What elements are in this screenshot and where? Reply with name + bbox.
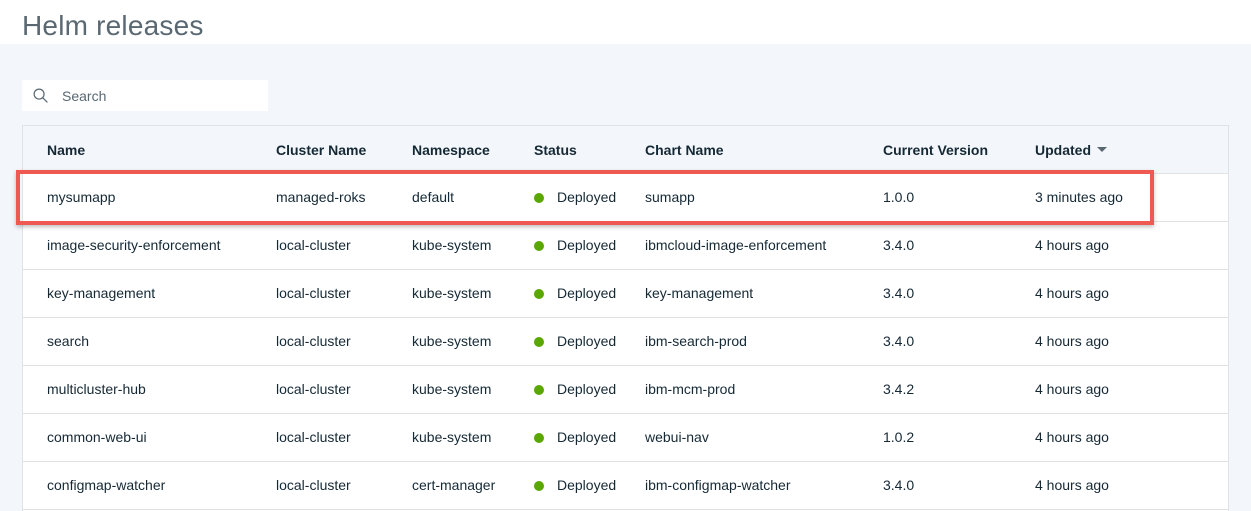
cell-name[interactable]: key-management xyxy=(47,285,155,301)
cell-namespace: kube-system xyxy=(412,285,492,301)
table-row[interactable]: search local-cluster kube-system Deployed ib… xyxy=(23,318,1228,366)
cell-cluster-name: local-cluster xyxy=(276,237,351,253)
search-input[interactable] xyxy=(62,80,262,111)
column-header-current-version[interactable]: Current Version xyxy=(883,142,988,158)
table-row[interactable]: mysumapp managed-roks default Deployed sumap… xyxy=(23,174,1228,222)
status-dot-icon xyxy=(534,337,544,347)
table-row[interactable]: key-management local-cluster kube-system De… xyxy=(23,270,1228,318)
cell-name[interactable]: image-security-enforcement xyxy=(47,237,221,253)
cell-chart-name: ibm-search-prod xyxy=(645,333,747,349)
cell-cluster-name: local-cluster xyxy=(276,477,351,493)
cell-status-label: Deployed xyxy=(557,477,617,493)
status-dot-icon xyxy=(534,193,544,203)
column-header-name[interactable]: Name xyxy=(47,142,85,158)
cell-chart-name: webui-nav xyxy=(645,429,709,445)
column-header-updated-label: Updated xyxy=(1035,142,1091,158)
cell-status-label: Deployed xyxy=(557,285,617,301)
cell-status-label: Deployed xyxy=(557,189,617,205)
cell-updated: 4 hours ago xyxy=(1035,477,1109,493)
sort-descending-icon[interactable] xyxy=(1097,147,1107,153)
page-header: Helm releases xyxy=(0,0,1251,44)
cell-updated: 4 hours ago xyxy=(1035,285,1109,301)
cell-chart-name: ibm-configmap-watcher xyxy=(645,477,791,493)
cell-chart-name: sumapp xyxy=(645,189,695,205)
table-header: Name Cluster Name Namespace Status Chart… xyxy=(23,126,1228,174)
search-icon xyxy=(33,88,48,103)
cell-namespace: cert-manager xyxy=(412,477,496,493)
column-header-updated[interactable]: Updated xyxy=(1035,142,1107,158)
cell-name[interactable]: configmap-watcher xyxy=(47,477,165,493)
cell-status-label: Deployed xyxy=(557,429,617,445)
cell-current-version: 1.0.2 xyxy=(883,429,915,445)
cell-updated: 4 hours ago xyxy=(1035,333,1109,349)
cell-current-version: 3.4.2 xyxy=(883,381,915,397)
column-header-namespace[interactable]: Namespace xyxy=(412,142,490,158)
cell-status-label: Deployed xyxy=(557,237,617,253)
page-title: Helm releases xyxy=(22,10,204,41)
status-dot-icon xyxy=(534,481,544,491)
cell-name[interactable]: search xyxy=(47,333,89,349)
cell-name[interactable]: mysumapp xyxy=(47,189,115,205)
cell-chart-name: ibmcloud-image-enforcement xyxy=(645,237,827,253)
cell-namespace: kube-system xyxy=(412,381,492,397)
cell-updated: 4 hours ago xyxy=(1035,429,1109,445)
column-header-chart-name[interactable]: Chart Name xyxy=(645,142,724,158)
status-dot-icon xyxy=(534,289,544,299)
table-row[interactable]: configmap-watcher local-cluster cert-manag… xyxy=(23,462,1228,510)
cell-cluster-name: managed-roks xyxy=(276,189,366,205)
cell-current-version: 3.4.0 xyxy=(883,477,915,493)
cell-namespace: kube-system xyxy=(412,237,492,253)
cell-namespace: default xyxy=(412,189,455,205)
table-row[interactable]: multicluster-hub local-cluster kube-system… xyxy=(23,366,1228,414)
cell-status-label: Deployed xyxy=(557,381,617,397)
table-row[interactable]: image-security-enforcement local-cluster k… xyxy=(23,222,1228,270)
cell-current-version: 3.4.0 xyxy=(883,285,915,301)
cell-cluster-name: local-cluster xyxy=(276,381,351,397)
cell-updated: 4 hours ago xyxy=(1035,237,1109,253)
cell-updated: 3 minutes ago xyxy=(1035,189,1123,205)
cell-current-version: 3.4.0 xyxy=(883,237,915,253)
cell-namespace: kube-system xyxy=(412,333,492,349)
status-dot-icon xyxy=(534,241,544,251)
cell-current-version: 1.0.0 xyxy=(883,189,915,205)
cell-chart-name: key-management xyxy=(645,285,754,301)
status-dot-icon xyxy=(534,385,544,395)
cell-cluster-name: local-cluster xyxy=(276,285,351,301)
cell-name[interactable]: common-web-ui xyxy=(47,429,147,445)
cell-name[interactable]: multicluster-hub xyxy=(47,381,146,397)
status-dot-icon xyxy=(534,433,544,443)
search-box[interactable] xyxy=(22,80,268,111)
table-row[interactable]: common-web-ui local-cluster kube-system Dep… xyxy=(23,414,1228,462)
cell-status-label: Deployed xyxy=(557,333,617,349)
cell-current-version: 3.4.0 xyxy=(883,333,915,349)
cell-namespace: kube-system xyxy=(412,429,492,445)
cell-cluster-name: local-cluster xyxy=(276,429,351,445)
cell-cluster-name: local-cluster xyxy=(276,333,351,349)
column-header-status[interactable]: Status xyxy=(534,142,577,158)
helm-releases-table: Name Cluster Name Namespace Status Chart… xyxy=(22,125,1229,511)
cell-chart-name: ibm-mcm-prod xyxy=(645,381,736,397)
cell-updated: 4 hours ago xyxy=(1035,381,1109,397)
column-header-cluster-name[interactable]: Cluster Name xyxy=(276,142,366,158)
